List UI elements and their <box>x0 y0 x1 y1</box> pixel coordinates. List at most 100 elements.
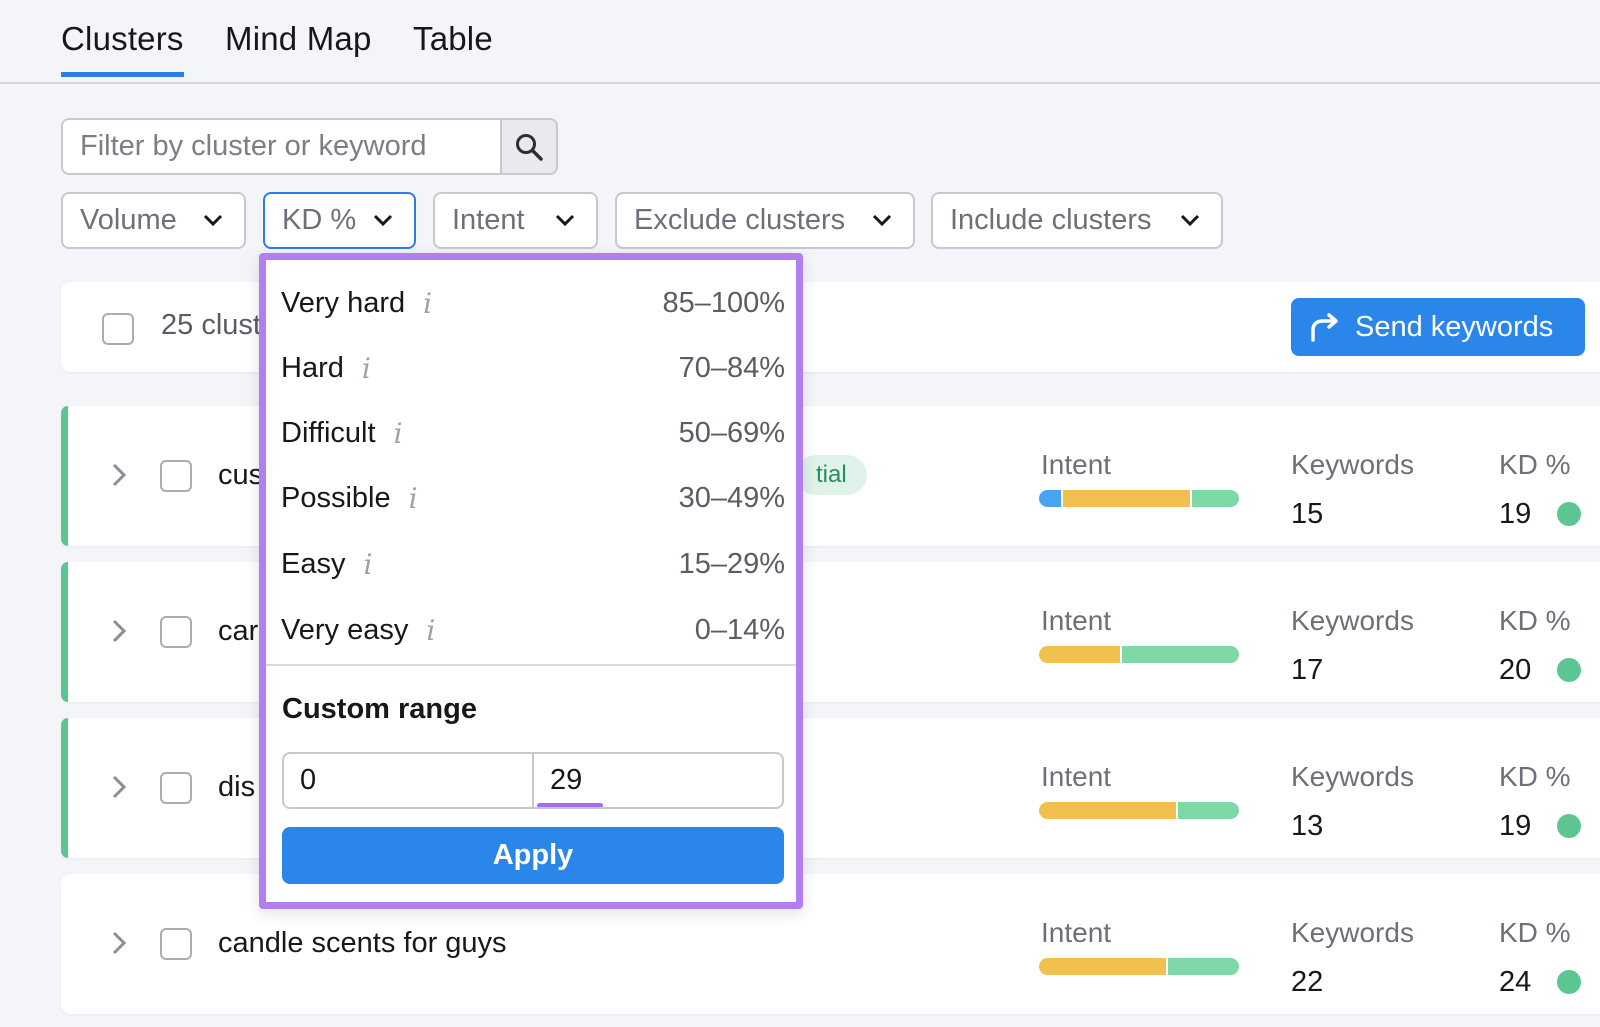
kd-status-dot <box>1557 814 1581 838</box>
cluster-search <box>61 118 558 175</box>
intent-filter-label: Intent <box>452 204 525 236</box>
kd-filter[interactable]: KD % <box>263 192 416 249</box>
cluster-badge: tial <box>796 455 867 495</box>
intent-segment-transactional <box>1177 802 1239 819</box>
tab-mind-map[interactable]: Mind Map <box>225 20 372 76</box>
chevron-right-icon[interactable] <box>110 617 128 645</box>
cluster-checkbox[interactable] <box>160 772 192 804</box>
keywords-count: 13 <box>1291 810 1324 842</box>
intent-label: Intent <box>1041 449 1112 480</box>
kd-value: 19 <box>1499 810 1532 842</box>
tab-table[interactable]: Table <box>413 20 493 76</box>
chevron-down-icon <box>555 214 575 227</box>
intent-bar <box>1039 490 1239 507</box>
intent-label: Intent <box>1041 605 1112 636</box>
kd-value: 24 <box>1499 966 1532 998</box>
exclude-clusters-filter[interactable]: Exclude clusters <box>615 192 915 249</box>
chevron-down-icon <box>1180 214 1200 227</box>
info-icon[interactable]: i <box>426 614 435 647</box>
intent-bar <box>1039 802 1239 819</box>
kd-option-range: 85–100% <box>662 287 785 319</box>
cluster-name[interactable]: cus <box>218 459 263 492</box>
kd-status-dot <box>1557 658 1581 682</box>
kd-option-label: Easy <box>281 548 346 580</box>
chevron-right-icon[interactable] <box>110 929 128 957</box>
kd-option-hard[interactable]: Hard i 70–84% <box>266 335 796 399</box>
keywords-label: Keywords <box>1291 761 1414 792</box>
kd-label: KD % <box>1499 605 1571 636</box>
search-icon <box>516 133 543 161</box>
chevron-down-icon <box>373 214 393 227</box>
cluster-name[interactable]: candle scents for guys <box>218 927 507 960</box>
tab-clusters[interactable]: Clusters <box>61 20 184 77</box>
cluster-checkbox[interactable] <box>160 928 192 960</box>
kd-option-easy[interactable]: Easy i 15–29% <box>266 531 796 595</box>
intent-segment-transactional <box>1122 646 1239 663</box>
intent-label: Intent <box>1041 917 1112 948</box>
intent-segment-commercial <box>1039 802 1176 819</box>
keywords-label: Keywords <box>1291 449 1414 480</box>
info-icon[interactable]: i <box>423 287 432 320</box>
range-from-input[interactable] <box>284 754 532 807</box>
kd-option-range: 50–69% <box>678 417 785 449</box>
range-to-input[interactable] <box>534 754 782 807</box>
volume-filter[interactable]: Volume <box>61 192 246 249</box>
intent-bar <box>1039 958 1239 975</box>
intent-segment-transactional <box>1167 958 1239 975</box>
kd-option-label: Very easy <box>281 614 409 646</box>
keywords-count: 15 <box>1291 498 1324 530</box>
kd-option-very-easy[interactable]: Very easy i 0–14% <box>266 597 796 661</box>
kd-value: 19 <box>1499 498 1532 530</box>
volume-filter-label: Volume <box>80 204 177 236</box>
cluster-count: 25 clust <box>161 309 261 341</box>
keywords-count: 17 <box>1291 654 1324 686</box>
send-keywords-label: Send keywords <box>1355 310 1554 343</box>
intent-segment-informational <box>1039 490 1061 507</box>
kd-status-dot <box>1557 502 1581 526</box>
kd-option-difficult[interactable]: Difficult i 50–69% <box>266 400 796 464</box>
send-keywords-button[interactable]: Send keywords <box>1291 298 1585 356</box>
exclude-clusters-label: Exclude clusters <box>634 204 846 236</box>
select-all-checkbox[interactable] <box>102 313 134 345</box>
intent-label: Intent <box>1041 761 1112 792</box>
cluster-checkbox[interactable] <box>160 460 192 492</box>
keywords-label: Keywords <box>1291 917 1414 948</box>
chevron-right-icon[interactable] <box>110 773 128 801</box>
kd-label: KD % <box>1499 449 1571 480</box>
kd-option-label: Possible <box>281 482 391 514</box>
kd-option-possible[interactable]: Possible i 30–49% <box>266 465 796 529</box>
chevron-right-icon[interactable] <box>110 461 128 489</box>
info-icon[interactable]: i <box>362 352 371 385</box>
share-arrow-icon <box>1311 313 1338 342</box>
apply-button[interactable]: Apply <box>282 827 784 884</box>
kd-filter-label: KD % <box>282 204 357 236</box>
kd-option-range: 30–49% <box>678 482 785 514</box>
kd-option-very-hard[interactable]: Very hard i 85–100% <box>266 270 796 334</box>
search-input[interactable] <box>63 120 503 173</box>
highlight-underline <box>537 803 603 807</box>
kd-option-range: 0–14% <box>694 614 785 646</box>
cluster-name[interactable]: dis <box>218 771 255 804</box>
include-clusters-label: Include clusters <box>950 204 1152 236</box>
intent-filter[interactable]: Intent <box>433 192 598 249</box>
keywords-count: 22 <box>1291 966 1324 998</box>
intent-segment-commercial <box>1039 958 1166 975</box>
info-icon[interactable]: i <box>363 548 372 581</box>
kd-status-dot <box>1557 970 1581 994</box>
kd-option-range: 15–29% <box>678 548 785 580</box>
include-clusters-filter[interactable]: Include clusters <box>931 192 1223 249</box>
kd-dropdown-menu: Very hard i 85–100% Hard i 70–84% Difficul… <box>259 253 803 909</box>
kd-option-range: 70–84% <box>678 352 785 384</box>
search-button[interactable] <box>500 120 556 173</box>
custom-range-title: Custom range <box>282 693 477 725</box>
intent-segment-transactional <box>1191 490 1239 507</box>
info-icon[interactable]: i <box>409 482 418 515</box>
cluster-checkbox[interactable] <box>160 616 192 648</box>
chevron-down-icon <box>872 214 892 227</box>
intent-segment-commercial <box>1039 646 1121 663</box>
kd-value: 20 <box>1499 654 1532 686</box>
info-icon[interactable]: i <box>394 417 403 450</box>
kd-option-label: Hard <box>281 352 344 384</box>
menu-divider <box>266 664 796 666</box>
cluster-name[interactable]: car <box>218 615 258 648</box>
